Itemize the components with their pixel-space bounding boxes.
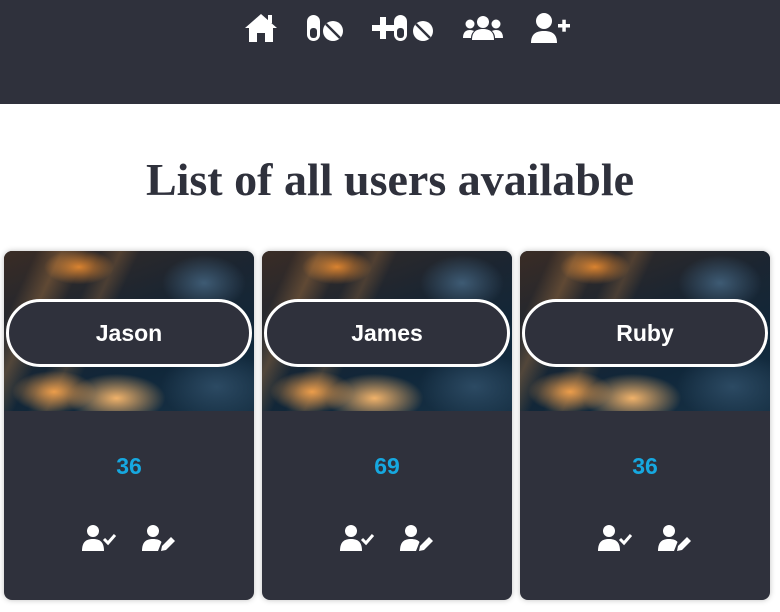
user-edit-icon: [142, 525, 175, 551]
pills-icon: [307, 15, 343, 41]
nav-add-user-button[interactable]: [530, 10, 572, 46]
user-name-button[interactable]: James: [264, 299, 510, 367]
nav-icons: [0, 10, 780, 46]
edit-user-button[interactable]: [400, 523, 434, 553]
user-card: James 69: [262, 251, 512, 600]
user-name-button[interactable]: Ruby: [522, 299, 768, 367]
page-title: List of all users available: [145, 154, 635, 205]
nav-users-button[interactable]: [462, 10, 504, 46]
card-actions: [262, 523, 512, 553]
user-check-icon: [598, 525, 632, 551]
user-edit-icon: [658, 525, 691, 551]
user-plus-icon: [531, 13, 570, 43]
edit-user-button[interactable]: [142, 523, 176, 553]
nav-pills-button[interactable]: [305, 10, 345, 46]
select-user-button[interactable]: [598, 523, 632, 553]
users-icon: [463, 16, 503, 40]
user-edit-icon: [400, 525, 433, 551]
select-user-button[interactable]: [82, 523, 116, 553]
select-user-button[interactable]: [340, 523, 374, 553]
add-pills-icon: [372, 15, 433, 41]
user-card: Ruby 36: [520, 251, 770, 600]
user-age: 36: [632, 453, 658, 479]
user-age: 69: [374, 453, 400, 479]
top-navbar: [0, 0, 780, 104]
user-check-icon: [340, 525, 374, 551]
edit-user-button[interactable]: [658, 523, 692, 553]
card-actions: [520, 523, 770, 553]
card-actions: [4, 523, 254, 553]
user-name-button[interactable]: Jason: [6, 299, 252, 367]
user-check-icon: [82, 525, 116, 551]
user-age: 36: [116, 453, 142, 479]
nav-home-button[interactable]: [242, 10, 280, 46]
user-card: Jason 36: [4, 251, 254, 600]
home-icon: [245, 14, 277, 42]
nav-add-pills-button[interactable]: [370, 10, 436, 46]
